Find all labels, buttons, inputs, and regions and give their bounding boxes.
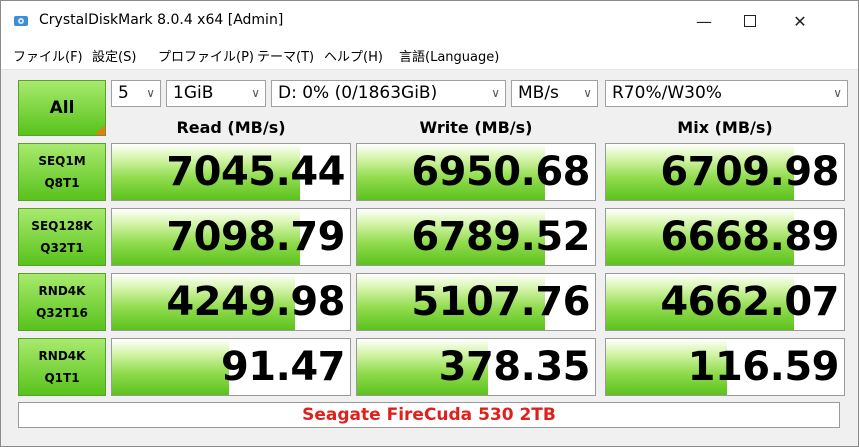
menu-language[interactable]: 言語(Language) [399, 46, 499, 65]
result-value: 7098.79 [166, 214, 345, 260]
test-label-line2: Q32T1 [40, 241, 84, 255]
menu-help[interactable]: ヘルプ(H) [324, 46, 383, 65]
chevron-down-icon: ∨ [833, 86, 842, 100]
result-write-rnd4k-q1t1: 378.35 [356, 338, 596, 396]
result-value: 6950.68 [411, 149, 590, 195]
all-button-label: All [49, 98, 75, 118]
result-mix-rnd4k-q32t16: 4662.07 [605, 273, 845, 331]
result-mix-seq1m: 6709.98 [605, 143, 845, 201]
test-button-seq128k-q32t1[interactable]: SEQ128K Q32T1 [18, 208, 106, 266]
test-label-line1: SEQ128K [31, 219, 93, 233]
menu-profile[interactable]: プロファイル(P) [158, 46, 254, 65]
read-header: Read (MB/s) [176, 118, 286, 137]
mix-ratio-value: R70%/W30% [612, 83, 722, 103]
maximize-icon[interactable] [727, 1, 773, 41]
result-bar [112, 339, 229, 395]
test-label-line1: RND4K [38, 349, 86, 363]
result-value: 6668.89 [660, 214, 839, 260]
test-button-seq1m-q8t1[interactable]: SEQ1M Q8T1 [18, 143, 106, 201]
chevron-down-icon: ∨ [491, 86, 500, 100]
crystaldiskmark-window: CrystalDiskMark 8.0.4 x64 [Admin] — ✕ ファ… [0, 0, 859, 447]
test-size-select[interactable]: 1GiB ∨ [166, 80, 266, 107]
result-mix-seq128k: 6668.89 [605, 208, 845, 266]
result-value: 4662.07 [660, 279, 839, 325]
test-label-line2: Q1T1 [44, 371, 80, 385]
close-icon[interactable]: ✕ [777, 1, 823, 41]
test-count-select[interactable]: 5 ∨ [111, 80, 161, 107]
result-mix-rnd4k-q1t1: 116.59 [605, 338, 845, 396]
result-value: 6789.52 [411, 214, 590, 260]
mix-ratio-select[interactable]: R70%/W30% ∨ [605, 80, 848, 107]
result-value: 378.35 [438, 344, 591, 390]
test-size-value: 1GiB [173, 83, 214, 103]
test-count-value: 5 [118, 83, 129, 103]
unit-value: MB/s [518, 83, 559, 103]
result-value: 7045.44 [166, 149, 345, 195]
chevron-down-icon: ∨ [251, 86, 260, 100]
drive-select[interactable]: D: 0% (0/1863GiB) ∨ [271, 80, 506, 107]
menu-file[interactable]: ファイル(F) [13, 46, 83, 65]
test-button-rnd4k-q1t1[interactable]: RND4K Q1T1 [18, 338, 106, 396]
result-read-seq1m: 7045.44 [111, 143, 351, 201]
comment-field[interactable]: Seagate FireCuda 530 2TB [18, 402, 840, 428]
menu-theme[interactable]: テーマ(T) [257, 46, 314, 65]
corner-marker-icon [95, 125, 105, 135]
result-read-seq128k: 7098.79 [111, 208, 351, 266]
unit-select[interactable]: MB/s ∨ [511, 80, 598, 107]
result-value: 4249.98 [166, 279, 345, 325]
result-value: 91.47 [220, 344, 346, 390]
chevron-down-icon: ∨ [583, 86, 592, 100]
test-label-line2: Q32T16 [36, 306, 88, 320]
chevron-down-icon: ∨ [146, 86, 155, 100]
menu-settings[interactable]: 設定(S) [92, 46, 136, 65]
result-value: 6709.98 [660, 149, 839, 195]
test-label-line1: RND4K [38, 284, 86, 298]
result-write-rnd4k-q32t16: 5107.76 [356, 273, 596, 331]
result-write-seq128k: 6789.52 [356, 208, 596, 266]
write-header: Write (MB/s) [419, 118, 533, 137]
all-tests-button[interactable]: All [18, 80, 106, 136]
drive-value: D: 0% (0/1863GiB) [278, 83, 438, 103]
test-label-line2: Q8T1 [44, 176, 80, 190]
window-title: CrystalDiskMark 8.0.4 x64 [Admin] [39, 12, 284, 28]
minimize-icon[interactable]: — [681, 1, 727, 41]
test-button-rnd4k-q32t16[interactable]: RND4K Q32T16 [18, 273, 106, 331]
result-value: 5107.76 [411, 279, 590, 325]
test-label-line1: SEQ1M [38, 154, 86, 168]
result-value: 116.59 [687, 344, 840, 390]
crystaldiskmark-disk-icon [14, 16, 28, 26]
mix-header: Mix (MB/s) [677, 118, 773, 137]
menu-bar: ファイル(F) 設定(S) プロファイル(P) テーマ(T) ヘルプ(H) 言語… [1, 41, 858, 70]
result-read-rnd4k-q32t16: 4249.98 [111, 273, 351, 331]
title-bar[interactable]: CrystalDiskMark 8.0.4 x64 [Admin] — ✕ [1, 1, 858, 41]
result-read-rnd4k-q1t1: 91.47 [111, 338, 351, 396]
result-write-seq1m: 6950.68 [356, 143, 596, 201]
